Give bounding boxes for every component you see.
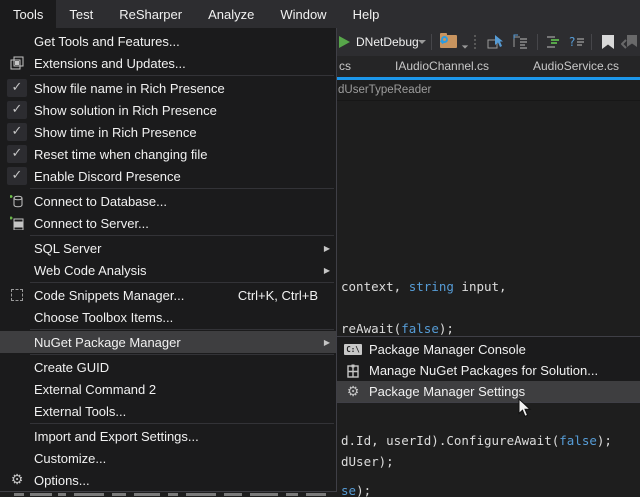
- find-dropdown-icon[interactable]: [462, 45, 468, 48]
- toolbar-separator: [591, 34, 592, 50]
- shortcut-label: Ctrl+K, Ctrl+B: [238, 288, 318, 303]
- menu-item-package-manager-console[interactable]: C:\ Package Manager Console: [337, 339, 640, 360]
- mouse-cursor: [518, 398, 532, 418]
- menu-item-web-code-analysis[interactable]: Web Code Analysis ▶: [0, 259, 336, 281]
- menu-separator: [30, 354, 334, 355]
- menubar-item-tools[interactable]: Tools: [0, 0, 56, 28]
- menu-item-show-solution-rich-presence[interactable]: ✓ Show solution in Rich Presence: [0, 99, 336, 121]
- comment-help-icon[interactable]: ?: [567, 34, 585, 50]
- format-indent-icon[interactable]: [545, 34, 563, 50]
- navigation-bar[interactable]: dUserTypeReader: [336, 80, 640, 101]
- svg-text:?: ?: [569, 35, 575, 49]
- code-line: context, string input,: [341, 279, 507, 295]
- database-icon: [10, 194, 24, 208]
- menu-item-external-command-2[interactable]: External Command 2: [0, 378, 336, 400]
- menu-item-options[interactable]: ⚙ Options...: [0, 469, 336, 491]
- menubar-item-analyze[interactable]: Analyze: [195, 0, 267, 28]
- checkmark-icon: ✓: [7, 145, 27, 163]
- menu-item-connect-to-server[interactable]: Connect to Server...: [0, 212, 336, 234]
- menu-item-manage-nuget-packages-for-solution[interactable]: Manage NuGet Packages for Solution...: [337, 360, 640, 381]
- menu-item-customize[interactable]: Customize...: [0, 447, 336, 469]
- bookmark-icon[interactable]: [599, 34, 617, 50]
- run-configuration-label[interactable]: DNetDebug: [356, 28, 419, 56]
- server-icon: [10, 216, 24, 230]
- menu-item-nuget-package-manager[interactable]: NuGet Package Manager ▶: [0, 331, 336, 353]
- tab-iaudiochannel[interactable]: IAudioChannel.cs: [395, 56, 489, 77]
- menu-item-create-guid[interactable]: Create GUID: [0, 356, 336, 378]
- menu-item-sql-server[interactable]: SQL Server ▶: [0, 237, 336, 259]
- tools-menu: Get Tools and Features... Extensions and…: [0, 28, 337, 492]
- toolbar-separator: [537, 34, 538, 50]
- previous-bookmark-icon[interactable]: [621, 34, 639, 50]
- checkmark-icon: ✓: [7, 101, 27, 119]
- code-line: se);: [341, 483, 371, 497]
- run-button[interactable]: [339, 36, 350, 48]
- menu-item-get-tools-and-features[interactable]: Get Tools and Features...: [0, 30, 336, 52]
- gear-icon: ⚙: [11, 473, 24, 487]
- menu-item-external-tools[interactable]: External Tools...: [0, 400, 336, 422]
- submenu-arrow-icon: ▶: [324, 338, 330, 347]
- menu-item-reset-time-when-changing-file[interactable]: ✓ Reset time when changing file: [0, 143, 336, 165]
- nuget-packages-icon: [346, 364, 360, 378]
- code-snippets-icon: [11, 289, 23, 301]
- menubar-item-window[interactable]: Window: [267, 0, 339, 28]
- code-line: d.Id, userId).ConfigureAwait(false);: [341, 433, 612, 449]
- clipped-code-line: [0, 492, 337, 497]
- code-editor[interactable]: context, string input, reAwait(false); d…: [336, 101, 640, 497]
- menu-item-choose-toolbox-items[interactable]: Choose Toolbox Items...: [0, 306, 336, 328]
- visual-studio-window: Tools Test ReSharper Analyze Window Help…: [0, 0, 640, 497]
- find-in-files-icon[interactable]: [440, 35, 457, 48]
- toolbar-grip[interactable]: [474, 35, 477, 49]
- code-line: reAwait(false);: [341, 321, 454, 337]
- submenu-arrow-icon: ▶: [324, 244, 330, 253]
- run-config-dropdown-icon[interactable]: [418, 40, 426, 44]
- tab-partial[interactable]: cs: [339, 56, 351, 77]
- checkmark-icon: ✓: [7, 167, 27, 185]
- console-icon: C:\: [344, 344, 362, 355]
- checkmark-icon: ✓: [7, 123, 27, 141]
- menu-item-show-time-rich-presence[interactable]: ✓ Show time in Rich Presence: [0, 121, 336, 143]
- magnifier-icon: [441, 36, 448, 43]
- menu-item-extensions-and-updates[interactable]: Extensions and Updates...: [0, 52, 336, 74]
- tab-audioservice[interactable]: AudioService.cs: [533, 56, 619, 77]
- menubar-item-help[interactable]: Help: [340, 0, 393, 28]
- toolbar: DNetDebug ?: [336, 28, 640, 56]
- breadcrumb-type[interactable]: dUserTypeReader: [338, 84, 431, 96]
- menu-separator: [30, 423, 334, 424]
- menu-separator: [30, 75, 334, 76]
- menu-separator: [30, 188, 334, 189]
- extensions-icon: [10, 56, 24, 70]
- menu-item-connect-to-database[interactable]: Connect to Database...: [0, 190, 336, 212]
- navigate-backward-icon[interactable]: [487, 34, 505, 50]
- menubar-item-test[interactable]: Test: [56, 0, 106, 28]
- checkmark-icon: ✓: [7, 79, 27, 97]
- menu-item-import-export-settings[interactable]: Import and Export Settings...: [0, 425, 336, 447]
- tab-bar: cs IAudioChannel.cs AudioService.cs: [336, 56, 640, 77]
- menu-item-enable-discord-presence[interactable]: ✓ Enable Discord Presence: [0, 165, 336, 187]
- menu-separator: [30, 282, 334, 283]
- menu-item-package-manager-settings[interactable]: ⚙ Package Manager Settings: [337, 381, 640, 402]
- menubar-item-resharper[interactable]: ReSharper: [106, 0, 195, 28]
- menu-separator: [30, 235, 334, 236]
- submenu-arrow-icon: ▶: [324, 266, 330, 275]
- nuget-package-manager-submenu: C:\ Package Manager Console Manage NuGet…: [336, 336, 640, 403]
- menu-separator: [30, 329, 334, 330]
- code-line: dUser);: [341, 454, 394, 470]
- menu-item-show-file-name-rich-presence[interactable]: ✓ Show file name in Rich Presence: [0, 77, 336, 99]
- toolbar-separator: [431, 34, 432, 50]
- gear-icon: ⚙: [347, 385, 360, 399]
- menu-bar: Tools Test ReSharper Analyze Window Help: [0, 0, 640, 28]
- menu-item-code-snippets-manager[interactable]: Code Snippets Manager... Ctrl+K, Ctrl+B: [0, 284, 336, 306]
- copy-code-icon[interactable]: [511, 34, 529, 50]
